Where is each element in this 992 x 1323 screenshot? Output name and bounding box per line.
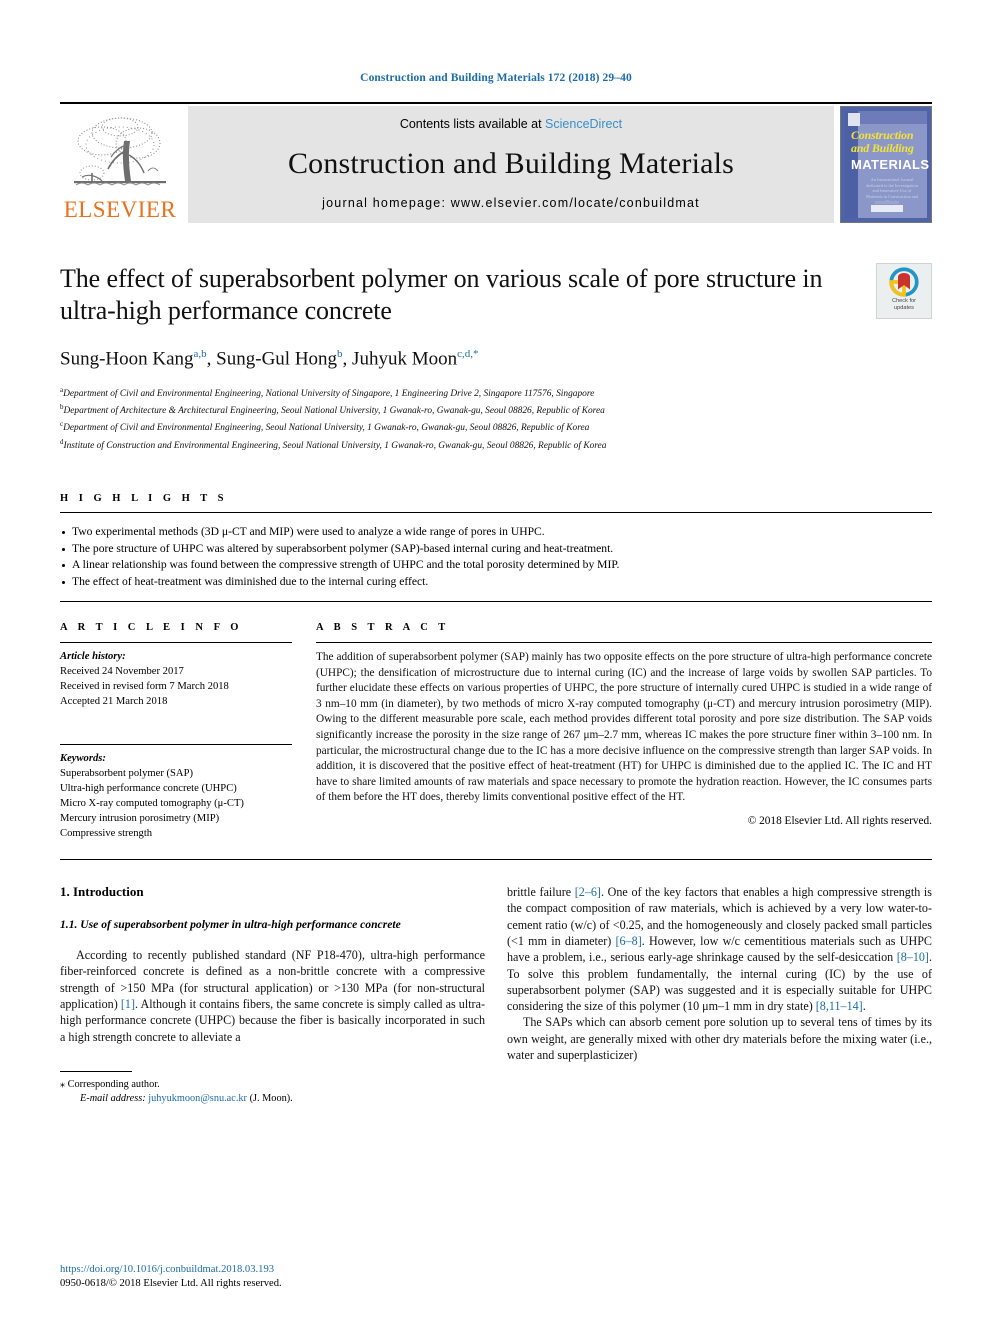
keyword-item: Mercury intrusion porosimetry (MIP): [60, 813, 220, 825]
affiliation-text: Department of Architecture & Architectur…: [63, 406, 605, 417]
journal-masthead: ELSEVIER Contents lists available at Sci…: [60, 106, 932, 223]
cover-title-line2: and Building: [851, 141, 914, 155]
cover-title-line3: MATERIALS: [851, 157, 930, 172]
history-revised: Received in revised form 7 March 2018: [60, 681, 229, 693]
affiliation-text: Department of Civil and Environmental En…: [63, 388, 595, 399]
keywords-label: Keywords:: [60, 753, 106, 765]
affiliation-item: aDepartment of Civil and Environmental E…: [60, 384, 866, 401]
title-left-column: The effect of superabsorbent polymer on …: [60, 263, 866, 453]
author-list: Sung-Hoon Kanga,b, Sung-Gul Hongb, Juhyu…: [60, 348, 479, 370]
email-note: E-mail address: juhyukmoon@snu.ac.kr (J.…: [60, 1092, 485, 1106]
cover-title-lines: Construction and Building: [851, 129, 924, 155]
section-separator-rule: [60, 859, 932, 861]
body-left-column: 1. Introduction 1.1. Use of superabsorbe…: [60, 884, 485, 1106]
info-abstract-row: A R T I C L E I N F O Article history: R…: [60, 622, 932, 841]
cover-background: Construction and Building MATERIALS An I…: [845, 111, 930, 218]
abstract-body: The addition of superabsorbent polymer (…: [316, 651, 932, 804]
journal-cover-thumbnail[interactable]: Construction and Building MATERIALS An I…: [840, 106, 932, 223]
citation-ref[interactable]: [1]: [121, 997, 135, 1011]
citation-ref[interactable]: [8,11–14]: [816, 999, 863, 1013]
affiliation-item: bDepartment of Architecture & Architectu…: [60, 401, 866, 418]
history-accepted: Accepted 21 March 2018: [60, 696, 168, 708]
paragraph: The SAPs which can absorb cement pore so…: [507, 1015, 932, 1063]
list-item: Two experimental methods (3D μ-CT and MI…: [60, 524, 932, 541]
body-columns: 1. Introduction 1.1. Use of superabsorbe…: [60, 884, 932, 1106]
abstract-heading: A B S T R A C T: [316, 622, 450, 634]
contents-available-line: Contents lists available at ScienceDirec…: [400, 117, 622, 131]
highlights-bottom-rule: [60, 601, 932, 603]
cover-footer-badge: [871, 205, 903, 212]
email-link[interactable]: juhyukmoon@snu.ac.kr: [148, 1093, 247, 1104]
email-suffix: (J. Moon).: [249, 1092, 293, 1104]
list-item: The pore structure of UHPC was altered b…: [60, 541, 932, 558]
corresponding-author-note: ⁎ Corresponding author.: [60, 1078, 485, 1092]
citation-ref[interactable]: [6–8]: [616, 934, 642, 948]
affiliation-list: aDepartment of Civil and Environmental E…: [60, 384, 866, 453]
keyword-item: Micro X-ray computed tomography (μ-CT): [60, 798, 244, 810]
masthead-center: Contents lists available at ScienceDirec…: [188, 106, 834, 223]
highlights-list: Two experimental methods (3D μ-CT and MI…: [60, 513, 932, 601]
body-right-column: brittle failure [2–6]. One of the key fa…: [507, 884, 932, 1106]
paragraph-text: .: [862, 999, 866, 1014]
citation-ref[interactable]: [8–10]: [897, 950, 929, 964]
paragraph: According to recently published standard…: [60, 947, 485, 1045]
crossmark-label-line1: Check for: [892, 298, 916, 304]
doi-link[interactable]: https://doi.org/10.1016/j.conbuildmat.20…: [60, 1263, 490, 1277]
paragraph-text: brittle failure: [507, 885, 575, 900]
abstract-rule: [316, 642, 932, 644]
title-block: The effect of superabsorbent polymer on …: [60, 263, 932, 453]
masthead-top-rule: [60, 102, 932, 104]
highlights-section: H I G H L I G H T S Two experimental met…: [60, 493, 932, 603]
crossmark-label-line2: updates: [894, 304, 914, 311]
journal-homepage-line[interactable]: journal homepage: www.elsevier.com/locat…: [322, 196, 700, 210]
email-label: E-mail address:: [80, 1092, 146, 1104]
journal-article-page: Construction and Building Materials 172 …: [0, 0, 992, 1323]
journal-title: Construction and Building Materials: [287, 146, 735, 180]
elsevier-wordmark: ELSEVIER: [63, 197, 177, 222]
article-info-heading: A R T I C L E I N F O: [60, 622, 243, 634]
affiliation-item: cDepartment of Civil and Environmental E…: [60, 418, 866, 435]
cover-top-band: [858, 111, 927, 124]
citation-ref[interactable]: [2–6]: [575, 885, 601, 899]
running-head: Construction and Building Materials 172 …: [360, 72, 632, 84]
keywords-rule: [60, 744, 292, 746]
corresponding-author-text: Corresponding author.: [67, 1078, 160, 1090]
subsection-title: 1.1. Use of superabsorbent polymer in ul…: [60, 918, 401, 932]
keyword-item: Superabsorbent polymer (SAP): [60, 768, 193, 780]
list-item: The effect of heat-treatment was diminis…: [60, 574, 932, 591]
cover-publisher-mark: [848, 113, 860, 126]
footer-doi-block: https://doi.org/10.1016/j.conbuildmat.20…: [60, 1263, 490, 1291]
elsevier-tree-icon: [74, 117, 166, 186]
sciencedirect-link[interactable]: ScienceDirect: [545, 117, 622, 131]
cover-footer-rule: [875, 201, 899, 204]
affiliation-text: Department of Civil and Environmental En…: [63, 423, 590, 434]
article-history-label: Article history:: [60, 651, 126, 663]
affiliation-item: dInstitute of Construction and Environme…: [60, 436, 866, 453]
contents-prefix: Contents lists available at: [399, 117, 546, 131]
elsevier-logo: ELSEVIER: [60, 106, 180, 223]
keyword-item: Compressive strength: [60, 828, 153, 840]
asterisk-icon: ⁎: [60, 1078, 65, 1090]
article-info-rule: [60, 642, 292, 644]
abstract-copyright: © 2018 Elsevier Ltd. All rights reserved…: [747, 815, 932, 828]
keyword-item: Ultra-high performance concrete (UHPC): [60, 783, 237, 795]
section-title: 1. Introduction: [60, 884, 144, 900]
affiliation-text: Institute of Construction and Environmen…: [63, 440, 607, 451]
article-info-column: A R T I C L E I N F O Article history: R…: [60, 622, 316, 841]
crossmark-label: Check for updates: [892, 298, 916, 311]
footnote-rule: [60, 1070, 132, 1072]
highlights-heading: H I G H L I G H T S: [60, 493, 228, 505]
paragraph: brittle failure [2–6]. One of the key fa…: [507, 884, 932, 1014]
list-item: A linear relationship was found between …: [60, 557, 932, 574]
crossmark-badge[interactable]: Check for updates: [876, 263, 932, 319]
page-title: The effect of superabsorbent polymer on …: [60, 264, 823, 325]
issn-copyright-line: 0950-0618/© 2018 Elsevier Ltd. All right…: [60, 1278, 282, 1289]
abstract-column: A B S T R A C T The addition of superabs…: [316, 622, 932, 841]
footnote-block: ⁎ Corresponding author. E-mail address: …: [60, 1070, 485, 1106]
crossmark-icon: [889, 267, 919, 297]
history-received: Received 24 November 2017: [60, 666, 184, 678]
